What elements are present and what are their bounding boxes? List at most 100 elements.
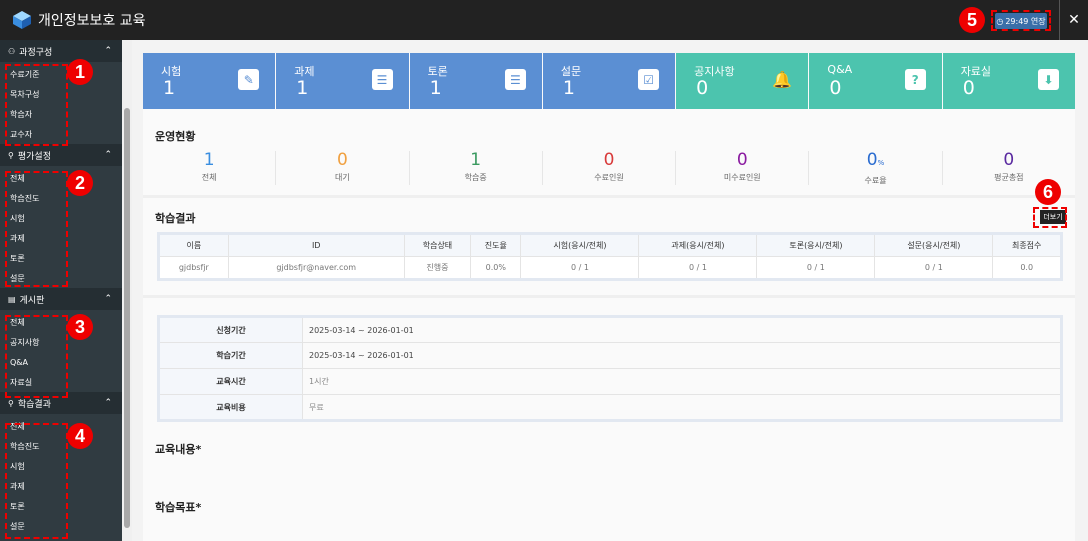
tile-label: Q&A	[827, 63, 853, 76]
summary-tile[interactable]: 설문 1 ☑	[542, 53, 676, 109]
sidebar-item[interactable]: 목차구성	[0, 84, 122, 104]
tile-value: 1	[163, 77, 176, 99]
summary-tile[interactable]: 시험 1 ✎	[143, 53, 276, 109]
chevron-up-icon[interactable]: ⌃	[104, 294, 112, 304]
sidebar-item[interactable]: 시험	[0, 456, 122, 476]
sidebar-item[interactable]: 학습진도	[0, 188, 122, 208]
column-header: 토론(응시/전체)	[756, 233, 876, 257]
info-label: 교육비용	[158, 394, 303, 421]
download-box-icon: ⬇	[1037, 69, 1059, 90]
column-header: 설문(응시/전체)	[874, 233, 994, 257]
sidebar-item[interactable]: 전체	[0, 168, 122, 188]
link-icon: ⚲	[8, 150, 14, 160]
scrollbar-thumb[interactable]	[124, 108, 130, 528]
chevron-up-icon[interactable]: ⌃	[104, 150, 112, 160]
column-header: ID	[227, 233, 405, 257]
stat-value: 1	[410, 151, 542, 170]
column-header: 진도율	[470, 233, 522, 257]
table-row: gjdbsfjr gjdbsfjr@naver.com 진행중 0.0% 0 / 10 …	[158, 256, 1062, 280]
summary-tile[interactable]: 공지사항 0 🔔	[676, 53, 809, 109]
sidebar-section-title: 과정구성	[19, 47, 53, 58]
sidebar-item[interactable]: 학습자	[0, 104, 122, 124]
annotation-marker-4: 4	[67, 423, 93, 449]
sidebar-item[interactable]: 토론	[0, 248, 122, 268]
stat-value: 0	[676, 151, 808, 170]
sidebar-item[interactable]: 설문	[0, 516, 122, 536]
table-cell: 진행중	[403, 256, 472, 280]
tile-value: 0	[962, 77, 975, 99]
sidebar-item[interactable]: 과제	[0, 476, 122, 496]
checklist-icon: ☑	[638, 69, 660, 90]
annotation-marker-1: 1	[67, 59, 93, 85]
annotation-marker-3: 3	[67, 314, 93, 340]
summary-tiles: 시험 1 ✎ 과제 1 ☰ 토론 1 ☰ 설문 1 ☑ 공지사항 0 🔔 Q&A 0? 자료실 0 ⬇	[143, 53, 1075, 109]
sidebar-item[interactable]: 설문	[0, 268, 122, 288]
sidebar-section-header[interactable]: ⚲ 평가설정 ⌃	[0, 144, 122, 166]
sidebar-item[interactable]: 전체	[0, 312, 122, 332]
sidebar-item[interactable]: 수료기준	[0, 64, 122, 84]
clock-icon: ◷	[996, 16, 1004, 26]
sidebar-item[interactable]: Q&A	[0, 352, 122, 372]
info-row: 학습기간 2025-03-14 ~ 2026-01-01	[158, 342, 1062, 369]
chevron-up-icon[interactable]: ⌃	[104, 46, 112, 56]
table-cell: 0.0	[992, 256, 1062, 280]
sidebar-scrollbar[interactable]	[122, 40, 132, 541]
main-content: 시험 1 ✎ 과제 1 ☰ 토론 1 ☰ 설문 1 ☑ 공지사항 0 🔔 Q&A 0? 자료실 0 ⬇ 운영현황 1전…	[132, 40, 1088, 541]
table-cell: gjdbsfjr@naver.com	[227, 256, 405, 280]
sidebar-section-list: 전체 학습진도 시험 과제 토론 설문	[0, 414, 122, 536]
app-logo-icon	[13, 11, 31, 29]
sidebar-item[interactable]: 교수자	[0, 124, 122, 144]
tile-value: 0	[696, 77, 709, 99]
stat-value: 1	[143, 151, 275, 170]
stat-item: 1 전체	[143, 151, 275, 185]
summary-tile[interactable]: 과제 1 ☰	[276, 53, 409, 109]
pencil-clipboard-icon: ✎	[238, 69, 260, 90]
sitemap-icon: ⚇	[8, 46, 16, 56]
info-label: 학습기간	[158, 342, 303, 369]
table-cell: gjdbsfjr	[158, 256, 229, 280]
column-header: 학습상태	[403, 233, 472, 257]
table-cell: 0 / 1	[638, 256, 758, 280]
sidebar-item[interactable]: 자료실	[0, 372, 122, 392]
column-header: 시험(응시/전체)	[520, 233, 640, 257]
stat-item: 0 평균총점	[941, 151, 1075, 185]
column-header: 과제(응시/전체)	[638, 233, 758, 257]
stat-value: 0%	[809, 151, 941, 173]
sidebar-item[interactable]: 학습진도	[0, 436, 122, 456]
status-heading: 운영현황	[155, 130, 196, 143]
sidebar-item[interactable]: 시험	[0, 208, 122, 228]
sidebar-item[interactable]: 공지사항	[0, 332, 122, 352]
stat-item: 0% 수료율	[808, 151, 941, 185]
sidebar-item[interactable]: 과제	[0, 228, 122, 248]
content-heading: 교육내용*	[155, 443, 202, 456]
more-button[interactable]: 더보기	[1040, 210, 1066, 224]
course-info-table: 신청기간 2025-03-14 ~ 2026-01-01 학습기간 2025-03-1…	[157, 315, 1063, 422]
column-header: 최종점수	[992, 233, 1062, 257]
summary-tile[interactable]: 토론 1 ☰	[409, 53, 542, 109]
stat-label: 수료율	[864, 176, 887, 185]
summary-tile[interactable]: Q&A 0?	[809, 53, 942, 109]
sidebar-item[interactable]: 토론	[0, 496, 122, 516]
tile-value: 0	[829, 77, 842, 99]
stat-item: 0 수료인원	[541, 151, 675, 185]
table-cell: 0.0%	[470, 256, 522, 280]
stat-number: 0	[866, 150, 878, 170]
stat-label: 미수료인원	[723, 173, 761, 182]
sidebar-section-header[interactable]: ⚇ 과정구성 ⌃	[0, 40, 122, 62]
board-icon: ▤	[8, 294, 16, 304]
chevron-up-icon[interactable]: ⌃	[104, 398, 112, 408]
summary-tile[interactable]: 자료실 0 ⬇	[942, 53, 1075, 109]
sidebar-section-header[interactable]: ⚲ 학습결과 ⌃	[0, 392, 122, 414]
tile-value: 1	[562, 77, 575, 99]
goal-heading: 학습목표*	[155, 501, 202, 514]
bell-icon: 🔔	[771, 70, 792, 89]
sidebar-item[interactable]: 전체	[0, 416, 122, 436]
close-button[interactable]: ✕	[1059, 0, 1088, 40]
stat-item: 0 미수료인원	[675, 151, 808, 185]
info-label: 신청기간	[158, 316, 303, 343]
extend-time-button[interactable]: ◷ 29:49 연장	[995, 13, 1047, 29]
status-stats: 1 전체 0 대기 1 학습중 0 수료인원 0 미수료인원 0% 수료율 0 평균총점	[143, 151, 1075, 185]
sidebar-section-list: 전체 학습진도 시험 과제 토론 설문	[0, 166, 122, 288]
sidebar-section-header[interactable]: ▤ 게시판 ⌃	[0, 288, 122, 310]
sidebar-section-title: 학습결과	[17, 399, 51, 410]
